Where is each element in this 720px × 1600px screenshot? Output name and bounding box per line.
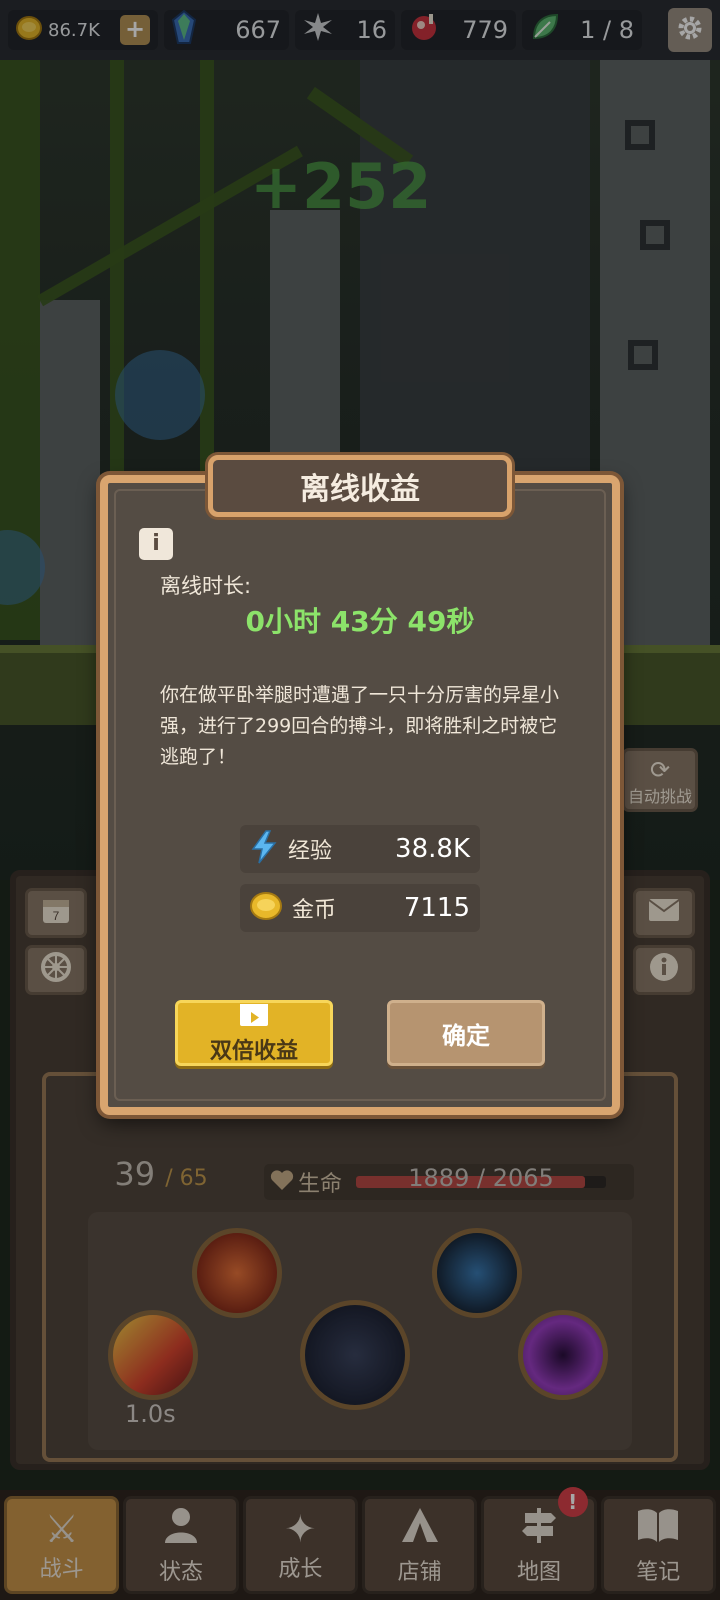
dialog-title: 离线收益 — [208, 455, 512, 517]
offline-duration-label: 离线时长: — [160, 574, 252, 598]
offline-story-text: 你在做平卧举腿时遭遇了一只十分厉害的异星小强，进行了299回合的搏斗，即将胜利之… — [160, 684, 560, 768]
exp-reward-row: 经验 38.8K — [240, 825, 480, 873]
gold-label: 金币 — [292, 898, 337, 923]
gold-reward-value: 7115 — [403, 893, 470, 923]
exp-value: 38.8K — [395, 834, 470, 864]
offline-duration-value: 0小时 43分 49秒 — [245, 605, 475, 638]
double-reward-button[interactable]: 双倍收益 — [175, 1000, 333, 1066]
dialog-info-button[interactable]: i — [139, 528, 173, 560]
video-icon — [178, 1003, 330, 1033]
confirm-button[interactable]: 确定 — [387, 1000, 545, 1066]
double-reward-label: 双倍收益 — [209, 1039, 298, 1064]
lightning-icon — [250, 830, 278, 868]
gold-reward-row: 金币 7115 — [240, 884, 480, 932]
game-screen: 86.7K + 667 16 779 1 / 8 +252 7 ⟳ 自动挑战 3… — [0, 0, 720, 1600]
gold-coin-icon — [250, 891, 282, 925]
exp-label: 经验 — [288, 839, 333, 864]
